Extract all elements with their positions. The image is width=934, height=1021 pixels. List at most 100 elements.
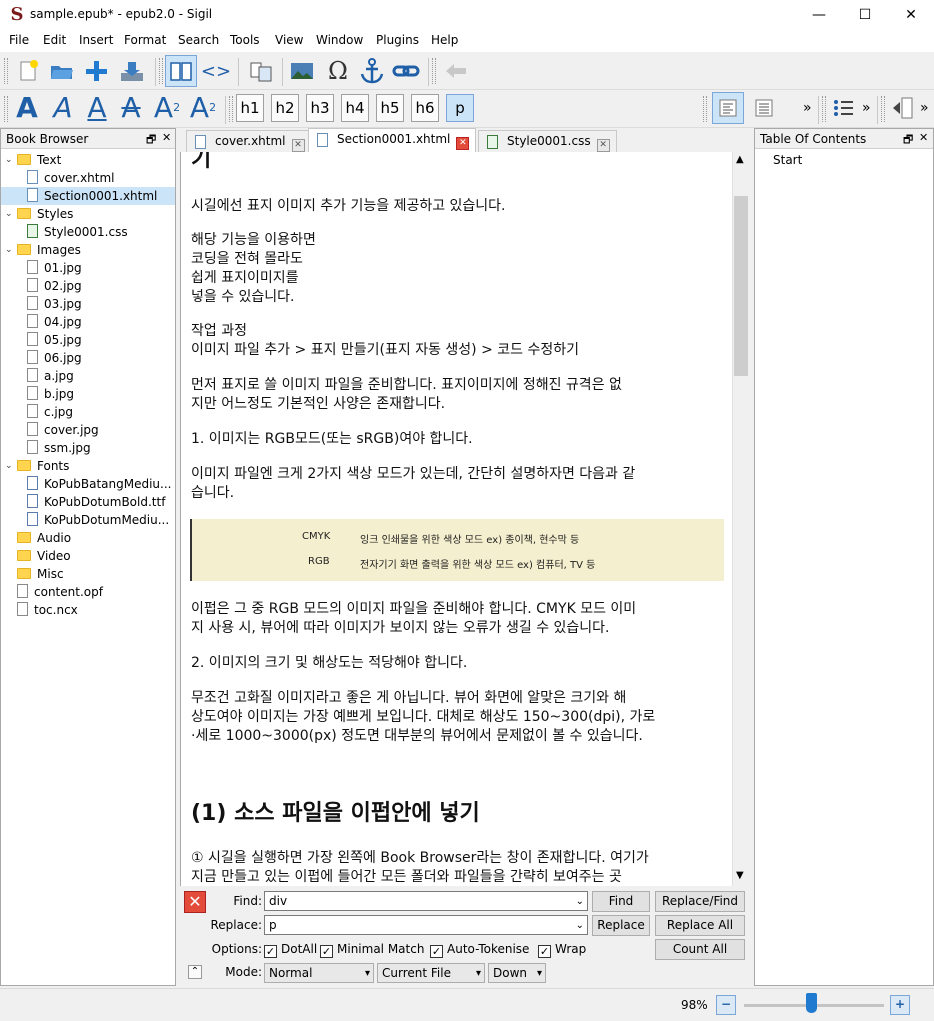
expand-arrow-icon[interactable]: ⌄ [5,241,13,259]
close-panel-icon[interactable]: ✕ [162,131,171,144]
tree-file[interactable]: 03.jpg [1,295,175,313]
code-view-icon[interactable]: <> [200,55,232,87]
zoom-slider-handle[interactable] [806,993,817,1013]
menu-tools[interactable]: Tools [230,33,260,47]
decrease-indent-icon[interactable] [886,92,918,124]
find-button[interactable]: Find [592,891,650,912]
menu-plugins[interactable]: Plugins [376,33,419,47]
align-justify-icon[interactable] [748,92,780,124]
superscript-icon[interactable]: A2 [188,89,218,125]
expand-arrow-icon[interactable]: ⌄ [5,457,13,475]
toolbar-grip[interactable] [822,96,826,122]
menu-file[interactable]: File [9,33,29,47]
toolbar-grip[interactable] [881,96,885,122]
tree-file[interactable]: 04.jpg [1,313,175,331]
find-input[interactable]: div ⌄ [264,891,588,911]
book-view-icon[interactable] [165,55,197,87]
tree-file[interactable]: ssm.jpg [1,439,175,457]
tree-file[interactable]: Section0001.xhtml [1,187,175,205]
tree-file[interactable]: cover.xhtml [1,169,175,187]
tree-file[interactable]: KoPubDotumMediu... [1,511,175,529]
italic-icon[interactable]: A [48,89,78,125]
tree-file[interactable]: 06.jpg [1,349,175,367]
heading-4-button[interactable]: h4 [341,94,369,122]
new-file-icon[interactable] [12,55,44,87]
tree-file[interactable]: Style0001.css [1,223,175,241]
insert-image-icon[interactable] [286,55,318,87]
close-find-icon[interactable]: ✕ [184,891,206,913]
book-view-editor[interactable]: 기 시길에선 표지 이미지 추가 기능을 제공하고 있습니다. 해당 기능을 이… [180,152,732,886]
auto-tokenise-checkbox[interactable]: ✓ Auto-Tokenise [430,942,529,958]
minimize-button[interactable]: — [796,0,842,30]
scrollbar-thumb[interactable] [734,196,748,376]
toolbar-overflow-button[interactable]: » [862,100,871,116]
close-tab-icon[interactable]: ✕ [596,139,610,152]
scope-select[interactable]: Current File ▾ [377,963,485,983]
menu-format[interactable]: Format [124,33,166,47]
tree-folder-styles[interactable]: ⌄ Styles [1,205,175,223]
replace-input[interactable]: p ⌄ [264,915,588,935]
save-icon[interactable] [116,55,148,87]
tree-file[interactable]: 05.jpg [1,331,175,349]
menu-insert[interactable]: Insert [79,33,113,47]
paragraph-button[interactable]: p [446,94,474,122]
dropdown-arrow-icon[interactable]: ⌄ [576,894,584,910]
heading-2-button[interactable]: h2 [271,94,299,122]
dotall-checkbox[interactable]: ✓ DotAll [264,942,317,958]
strikethrough-icon[interactable]: A [116,89,146,125]
menu-help[interactable]: Help [431,33,458,47]
zoom-out-button[interactable]: − [716,995,736,1015]
tree-file[interactable]: c.jpg [1,403,175,421]
close-panel-icon[interactable]: ✕ [919,131,928,144]
toolbar-grip[interactable] [229,96,233,122]
split-file-icon[interactable] [246,55,278,87]
toc-item[interactable]: Start [773,153,802,167]
collapse-panel-icon[interactable]: ⌃ [188,965,202,979]
subscript-icon[interactable]: A2 [152,89,182,125]
bulleted-list-icon[interactable] [828,92,860,124]
tree-file[interactable]: 01.jpg [1,259,175,277]
tree-folder-images[interactable]: ⌄ Images [1,241,175,259]
insert-id-anchor-icon[interactable] [356,55,388,87]
insert-link-icon[interactable] [390,55,422,87]
menu-search[interactable]: Search [178,33,219,47]
heading-5-button[interactable]: h5 [376,94,404,122]
heading-6-button[interactable]: h6 [411,94,439,122]
replace-find-button[interactable]: Replace/Find [655,891,745,912]
go-back-icon[interactable] [440,55,472,87]
toolbar-grip[interactable] [432,58,436,84]
maximize-button[interactable]: ☐ [842,0,888,30]
menu-window[interactable]: Window [316,33,363,47]
toolbar-grip[interactable] [159,58,163,84]
direction-select[interactable]: Down ▾ [488,963,546,983]
tree-folder-misc[interactable]: Misc [1,565,175,583]
wrap-checkbox[interactable]: ✓ Wrap [538,942,586,958]
toolbar-grip[interactable] [4,58,8,84]
close-tab-icon[interactable]: ✕ [291,139,305,152]
align-left-icon[interactable] [712,92,744,124]
dropdown-arrow-icon[interactable]: ⌄ [576,918,584,934]
menu-view[interactable]: View [275,33,303,47]
close-tab-icon[interactable]: ✕ [456,137,470,150]
tree-file[interactable]: 02.jpg [1,277,175,295]
expand-arrow-icon[interactable]: ⌄ [5,151,13,169]
tree-folder-text[interactable]: ⌄ Text [1,151,175,169]
heading-3-button[interactable]: h3 [306,94,334,122]
count-all-button[interactable]: Count All [655,939,745,960]
bold-icon[interactable]: A [12,89,42,125]
toolbar-overflow-button[interactable]: » [920,100,929,116]
scroll-down-icon[interactable]: ▼ [736,870,744,881]
tree-file[interactable]: toc.ncx [1,601,175,619]
replace-all-button[interactable]: Replace All [655,915,745,936]
float-panel-icon[interactable]: 🗗 [903,131,913,150]
zoom-in-button[interactable]: + [890,995,910,1015]
scroll-up-icon[interactable]: ▲ [736,154,744,165]
special-character-icon[interactable]: Ω [322,55,354,87]
tree-file[interactable]: cover.jpg [1,421,175,439]
tree-folder-audio[interactable]: Audio [1,529,175,547]
add-file-icon[interactable] [80,55,112,87]
open-folder-icon[interactable] [46,55,78,87]
heading-1-button[interactable]: h1 [236,94,264,122]
expand-arrow-icon[interactable]: ⌄ [5,205,13,223]
tab-cover-xhtml[interactable]: cover.xhtml ✕ [186,130,312,152]
